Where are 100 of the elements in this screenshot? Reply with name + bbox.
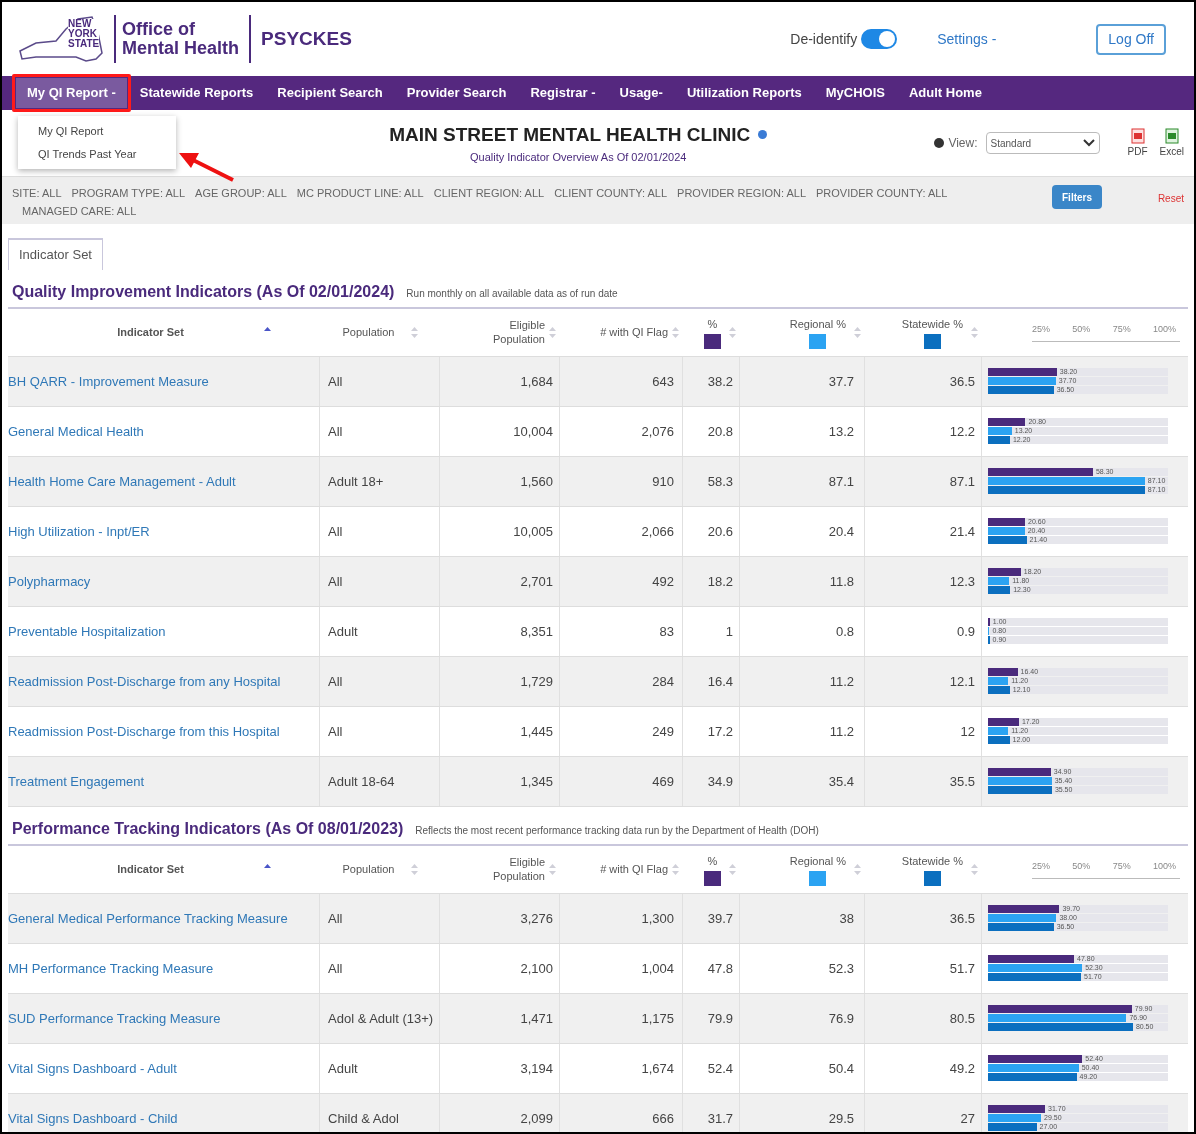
nav-item[interactable]: MyCHOIS: [814, 78, 896, 108]
filter-value: SITE: ALL: [12, 186, 62, 201]
view-label: View:: [948, 135, 978, 152]
column-header[interactable]: Population: [342, 861, 395, 878]
nav-item[interactable]: Statewide Reports: [128, 78, 265, 108]
column-header[interactable]: # with QI Flag: [600, 324, 668, 341]
filter-value: CLIENT REGION: ALL: [433, 186, 545, 201]
indicator-link[interactable]: Health Home Care Management - Adult: [8, 472, 244, 491]
column-header[interactable]: Eligible Population: [485, 855, 545, 884]
filter-value: PROVIDER COUNTY: ALL: [816, 186, 948, 201]
export-button[interactable]: Excel: [1159, 127, 1184, 159]
indicator-link[interactable]: Polypharmacy: [8, 572, 99, 591]
table-cell-text: 3,276: [520, 909, 553, 928]
report-subtitle: Quality Indicator Overview As Of 02/01/2024: [469, 150, 687, 165]
indicator-link[interactable]: BH QARR - Improvement Measure: [8, 372, 217, 391]
table-cell-text: 50.4: [828, 1059, 854, 1078]
column-header[interactable]: Statewide %: [901, 315, 963, 333]
indicator-link[interactable]: General Medical Health: [8, 422, 152, 441]
nav-item[interactable]: Utilization Reports: [675, 78, 813, 108]
legend-swatch: [809, 334, 827, 350]
reset-link[interactable]: Reset: [1157, 191, 1184, 206]
axis-tick-label: 100%: [1152, 322, 1176, 336]
filter-value: MANAGED CARE: ALL: [21, 203, 137, 219]
export-button[interactable]: PDF: [1127, 127, 1148, 159]
axis-tick-label: 75%: [1112, 322, 1131, 336]
view-select[interactable]: Standard: [985, 132, 1100, 154]
table-cell-text: 29.5: [828, 1109, 854, 1128]
filters-button[interactable]: Filters: [1052, 185, 1102, 209]
table-cell: Adult: [328, 1059, 358, 1078]
table-cell-text: 18.2: [707, 572, 733, 591]
table-cell-text: 1,004: [641, 959, 674, 978]
indicator-link[interactable]: Readmission Post-Discharge from this Hospital: [8, 722, 288, 741]
indicator-link[interactable]: General Medical Performance Tracking Measure: [8, 909, 296, 928]
table-cell-text: 2,099: [520, 1109, 553, 1128]
legend-swatch: [923, 871, 941, 887]
indicator-link[interactable]: SUD Performance Tracking Measure: [8, 1009, 229, 1028]
table-cell-text: 12.3: [949, 572, 975, 591]
info-icon[interactable]: [934, 138, 945, 148]
indicator-link[interactable]: High Utilization - Inpt/ER: [8, 522, 158, 541]
table-cell-text: 11.2: [829, 722, 854, 741]
column-header[interactable]: Population: [342, 324, 395, 341]
column-header[interactable]: %: [707, 852, 718, 870]
indicator-link[interactable]: Treatment Engagement: [8, 772, 153, 791]
table-cell-text: 1,684: [520, 372, 553, 391]
nav-item[interactable]: Adult Home: [897, 78, 993, 108]
table-cell-text: 666: [652, 1109, 674, 1128]
column-header[interactable]: Indicator Set: [117, 324, 184, 341]
logo-text: STATE: [68, 39, 100, 49]
nav-item[interactable]: Provider Search: [395, 78, 518, 108]
table-cell-text: 35.4: [828, 772, 854, 791]
table-cell: All: [328, 722, 343, 741]
indicator-link[interactable]: Vital Signs Dashboard - Adult: [8, 1059, 185, 1078]
filter-value: PROGRAM TYPE: ALL: [71, 186, 186, 201]
table-cell-text: 87.1: [949, 472, 975, 491]
nav-item[interactable]: Registrar -: [519, 78, 607, 108]
table-cell-text: 79.9: [707, 1009, 733, 1028]
table-cell-text: 52.3: [828, 959, 854, 978]
nav-item[interactable]: My QI Report -: [16, 78, 127, 108]
table-cell-text: 11.8: [829, 572, 854, 591]
table-cell-text: 910: [652, 472, 674, 491]
settings-menu[interactable]: Settings -: [937, 28, 997, 50]
column-header[interactable]: Indicator Set: [117, 861, 184, 878]
table-cell-text: 76.9: [828, 1009, 854, 1028]
column-header[interactable]: Statewide %: [901, 852, 963, 870]
report-title: MAIN STREET MENTAL HEALTH CLINIC: [389, 122, 751, 147]
menu-item[interactable]: QI Trends Past Year: [18, 142, 176, 165]
table-cell-text: 51.7: [949, 959, 975, 978]
table-cell-text: 2,701: [520, 572, 553, 591]
column-header[interactable]: Regional %: [789, 315, 846, 333]
table-cell: All: [328, 909, 343, 928]
table-cell-text: 34.9: [707, 772, 733, 791]
table-cell-text: 12: [960, 722, 975, 741]
nav-item[interactable]: Recipient Search: [266, 78, 394, 108]
table-cell-text: 3,194: [520, 1059, 553, 1078]
table-cell-text: 1,729: [520, 672, 553, 691]
indicator-link[interactable]: Preventable Hospitalization: [8, 622, 174, 641]
column-header[interactable]: Eligible Population: [485, 318, 545, 347]
filter-value: CLIENT COUNTY: ALL: [554, 186, 668, 201]
column-header[interactable]: Regional %: [789, 852, 846, 870]
table-cell-text: 2,066: [641, 522, 674, 541]
tab[interactable]: Indicator Set: [8, 238, 103, 270]
arrow-icon: [179, 152, 235, 182]
table-cell: All: [328, 522, 343, 541]
column-header[interactable]: # with QI Flag: [600, 861, 668, 878]
menu-item[interactable]: My QI Report: [18, 120, 176, 143]
column-header[interactable]: %: [707, 315, 718, 333]
toggle-switch[interactable]: [861, 29, 898, 49]
indicator-link[interactable]: MH Performance Tracking Measure: [8, 959, 222, 978]
table-cell-text: 10,004: [513, 422, 553, 441]
indicator-link[interactable]: Readmission Post-Discharge from any Hospital: [8, 672, 289, 691]
table-cell-text: 0.8: [835, 622, 854, 641]
table-cell-text: 20.8: [707, 422, 733, 441]
log-off-button[interactable]: Log Off: [1096, 23, 1166, 55]
table-cell-text: 1: [725, 622, 733, 641]
indicator-link[interactable]: Vital Signs Dashboard - Child: [8, 1109, 186, 1128]
nav-item[interactable]: Usage-: [608, 78, 674, 108]
table-cell: All: [328, 959, 343, 978]
table-cell-text: 27: [960, 1109, 975, 1128]
table-cell-text: 58.3: [707, 472, 733, 491]
table-cell: All: [328, 372, 343, 391]
